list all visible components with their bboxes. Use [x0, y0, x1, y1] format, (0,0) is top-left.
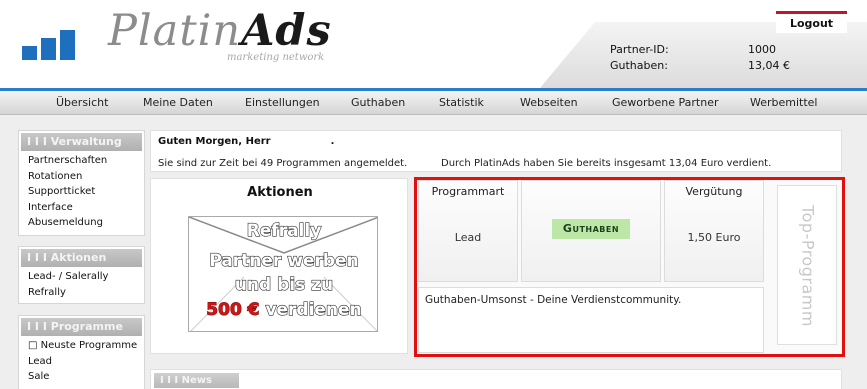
nav-item-guthaben[interactable]: Guthaben [351, 96, 405, 109]
partner-id-value: 1000 [748, 43, 776, 56]
news-heading: I I I News [154, 373, 239, 388]
nav-item-meine-daten[interactable]: Meine Daten [143, 96, 213, 109]
sidebar-item-rotationen[interactable]: Rotationen [19, 169, 144, 185]
refrally-banner[interactable]: Refrally Partner werben und bis zu 500 €… [188, 216, 378, 332]
nav-item-einstellungen[interactable]: Einstellungen [245, 96, 320, 109]
earnings-text: Durch PlatinAds haben Sie bereits insges… [441, 158, 772, 169]
logout-button[interactable]: Logout [776, 11, 847, 33]
banner-line-partner-werben: Partner werben [209, 250, 360, 271]
nav-item-werbemittel[interactable]: Werbemittel [750, 96, 818, 109]
highlight-frame [414, 177, 845, 357]
sidebar-heading-programme: I I I Programme [21, 318, 142, 336]
sidebar-item-neuste-programme[interactable]: □ Neuste Programme [19, 338, 144, 354]
sidebar-item-refrally[interactable]: Refrally [19, 285, 144, 301]
sidebar-item-abusemeldung[interactable]: Abusemeldung [19, 215, 144, 231]
news-panel: I I I News [150, 369, 842, 389]
aktionen-title: Aktionen [247, 185, 313, 200]
balance-label: Guthaben: [610, 59, 668, 72]
greeting-panel: Guten Morgen, Herr. Sie sind zur Zeit be… [150, 130, 842, 172]
sidebar-item-sale[interactable]: Sale [19, 369, 144, 385]
partner-id-label: Partner-ID: [610, 43, 669, 56]
logo-tagline: marketing network [227, 52, 325, 63]
sidebar-programme: I I I Programme □ Neuste Programme Lead … [18, 315, 145, 389]
balance-value: 13,04 € [748, 59, 790, 72]
nav-item-webseiten[interactable]: Webseiten [520, 96, 578, 109]
sidebar-heading-aktionen: I I I Aktionen [21, 249, 142, 267]
banner-line-amount: 500 € verdienen [206, 299, 363, 321]
page: PlatinAds marketing network Logout Partn… [0, 0, 867, 389]
sidebar-heading-verwaltung: I I I Verwaltung [21, 133, 142, 151]
aktionen-panel: Aktionen Refrally Partner werben und bis… [150, 178, 408, 354]
nav-item-uebersicht[interactable]: Übersicht [56, 96, 108, 109]
sidebar-item-lead[interactable]: Lead [19, 354, 144, 370]
sidebar-aktionen: I I I Aktionen Lead- / Salerally Refrall… [18, 246, 145, 304]
greeting-text: Guten Morgen, Herr. [158, 136, 335, 147]
sidebar-item-lead-salerally[interactable]: Lead- / Salerally [19, 269, 144, 285]
sidebar-item-partnerschaften[interactable]: Partnerschaften [19, 153, 144, 169]
banner-title: Refrally [246, 220, 322, 241]
sidebar-verwaltung: I I I Verwaltung Partnerschaften Rotatio… [18, 130, 145, 236]
platinads-logo[interactable]: PlatinAds marketing network [22, 6, 352, 70]
program-count-text: Sie sind zur Zeit bei 49 Programmen ange… [158, 158, 408, 169]
banner-amount: 500 € [206, 300, 260, 321]
main-nav: Übersicht Meine Daten Einstellungen Guth… [0, 88, 867, 115]
logo-wordmark: PlatinAds [108, 6, 332, 56]
nav-item-statistik[interactable]: Statistik [439, 96, 484, 109]
nav-item-geworbene-partner[interactable]: Geworbene Partner [612, 96, 719, 109]
banner-line-bis-zu: und bis zu [234, 274, 334, 295]
sidebar-item-interface[interactable]: Interface [19, 200, 144, 216]
logo-bars-icon [22, 30, 75, 60]
sidebar-item-supportticket[interactable]: Supportticket [19, 184, 144, 200]
